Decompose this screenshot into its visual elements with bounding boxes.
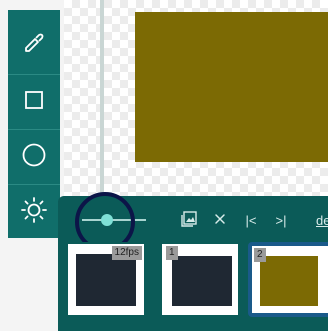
tool-palette [8, 10, 60, 238]
square-icon [23, 89, 45, 116]
sun-icon [20, 196, 48, 229]
last-frame-button[interactable]: >| [270, 210, 292, 230]
tool-brightness[interactable] [8, 185, 60, 239]
tool-ellipse[interactable] [8, 130, 60, 184]
close-button[interactable] [210, 210, 230, 230]
frame-preview [260, 256, 318, 306]
truncated-label: de [316, 212, 328, 228]
close-icon [213, 212, 227, 229]
frame-preview [76, 254, 136, 306]
first-frame-button[interactable]: |< [240, 210, 262, 230]
frame-number: 1 [166, 246, 178, 260]
tool-eyedropper[interactable] [8, 18, 60, 72]
add-frame-button[interactable] [178, 210, 200, 230]
canvas-border [100, 0, 104, 200]
frame-thumbnail-selected[interactable]: 2 [248, 242, 328, 317]
first-frame-glyph: |< [245, 212, 257, 228]
canvas-shape-rectangle[interactable] [135, 12, 328, 162]
circle-icon [21, 142, 47, 173]
frame-preview [172, 256, 232, 306]
frame-number: 2 [254, 248, 266, 262]
frame-thumbnail[interactable]: 1 [160, 242, 240, 317]
last-frame-glyph: >| [275, 212, 287, 228]
truncated-link[interactable]: de [316, 210, 328, 230]
tool-rectangle[interactable] [8, 75, 60, 129]
fps-badge: 12fps [111, 246, 142, 260]
frame-thumbnail[interactable]: 12fps [66, 242, 146, 317]
eyedropper-icon [23, 32, 45, 59]
image-add-icon [180, 210, 198, 231]
